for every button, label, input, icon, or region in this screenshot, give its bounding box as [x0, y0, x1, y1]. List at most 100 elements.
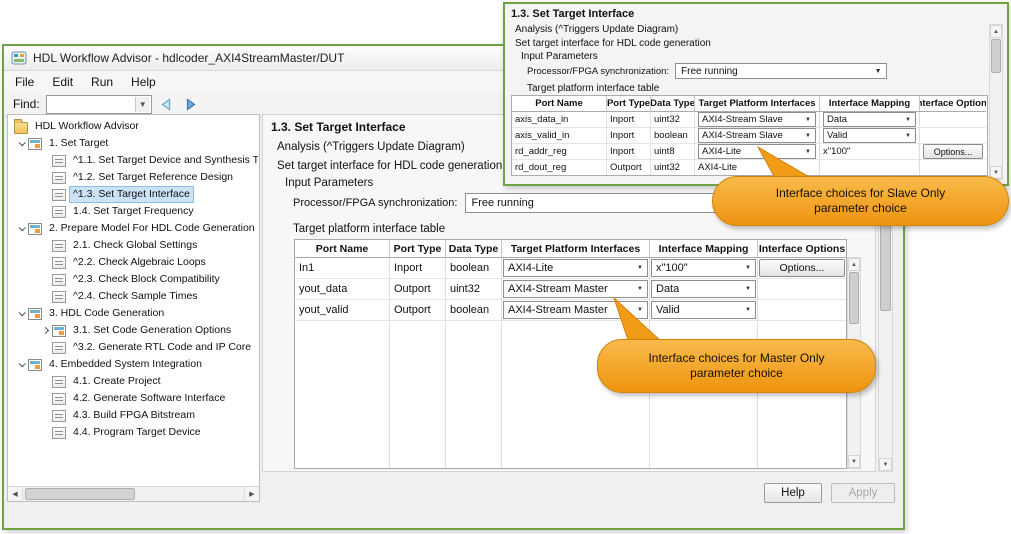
- port-name-cell: yout_data: [295, 279, 390, 300]
- port-type-cell: Inport: [607, 112, 651, 128]
- tree-item[interactable]: 4. Embedded System Integration: [9, 356, 258, 373]
- tree-collapse-icon[interactable]: [15, 309, 27, 317]
- tree-item[interactable]: ^3.2. Generate RTL Code and IP Core: [9, 339, 258, 356]
- tree-item[interactable]: 1.4. Set Target Frequency: [9, 203, 258, 220]
- tree-item[interactable]: 4.4. Program Target Device: [9, 424, 258, 441]
- tree-expand-icon[interactable]: [39, 326, 51, 335]
- slave-callout: Interface choices for Slave Only paramet…: [712, 176, 1009, 226]
- tree-item[interactable]: ^2.3. Check Block Compatibility: [9, 271, 258, 288]
- tree-item[interactable]: HDL Workflow Advisor: [9, 118, 258, 135]
- tree-collapse-icon[interactable]: [15, 139, 27, 147]
- dropdown-value: x"100": [656, 262, 688, 274]
- tree-item[interactable]: 4.1. Create Project: [9, 373, 258, 390]
- tree-item-label: ^3.2. Generate RTL Code and IP Core: [73, 341, 252, 353]
- dropdown-arrow-icon: ▼: [637, 286, 643, 292]
- tree-item-label: 1.4. Set Target Frequency: [73, 205, 194, 217]
- leaf-icon: [52, 426, 66, 439]
- dropdown-value: AXI4-Stream Master: [508, 283, 608, 295]
- sync-dropdown[interactable]: Free running ▼: [465, 193, 738, 213]
- port-type-cell: Inport: [607, 144, 651, 160]
- scroll-down-icon[interactable]: ▼: [879, 458, 892, 471]
- tree-item[interactable]: ^1.1. Set Target Device and Synthesis To…: [9, 152, 258, 169]
- tree-item-label: 3.1. Set Code Generation Options: [73, 324, 232, 336]
- interface-cell: AXI4-Lite ▼: [502, 258, 650, 279]
- tree-item-label: ^1.1. Set Target Device and Synthesis To…: [73, 154, 258, 166]
- scroll-up-icon[interactable]: ▲: [848, 258, 860, 271]
- interface-dropdown[interactable]: AXI4-Stream Slave ▼: [698, 128, 816, 143]
- filler-cell: [390, 321, 446, 468]
- tree-item[interactable]: 1. Set Target: [9, 135, 258, 152]
- mapping-dropdown[interactable]: x"100" ▼: [651, 259, 756, 277]
- port-type-cell: Outport: [390, 279, 446, 300]
- tree-item[interactable]: 3.1. Set Code Generation Options: [9, 322, 258, 339]
- sync-row: Processor/FPGA synchronization: Free run…: [527, 63, 888, 79]
- column-header: Target Platform Interfaces: [502, 240, 650, 258]
- scroll-up-icon[interactable]: ▲: [990, 25, 1002, 38]
- leaf-icon: [52, 239, 66, 252]
- tree-item-label: 4.4. Program Target Device: [73, 426, 201, 438]
- options-button[interactable]: Options...: [923, 144, 983, 159]
- tree-collapse-icon[interactable]: [15, 360, 27, 368]
- tree-item[interactable]: ^2.2. Check Algebraic Loops: [9, 254, 258, 271]
- find-next-button[interactable]: [182, 96, 200, 112]
- column-header: Port Name: [512, 96, 607, 112]
- tree-collapse-icon[interactable]: [15, 224, 27, 232]
- column-header: Interface Mapping: [820, 96, 920, 112]
- tree-horizontal-scrollbar[interactable]: ◀ ▶: [8, 486, 259, 501]
- scrollbar-thumb[interactable]: [991, 39, 1001, 73]
- find-dropdown-arrow-icon[interactable]: ▼: [134, 96, 150, 112]
- table-label: Target platform interface table: [293, 223, 446, 235]
- tree-item[interactable]: ^1.2. Set Target Reference Design: [9, 169, 258, 186]
- apply-button[interactable]: Apply: [831, 483, 895, 503]
- interface-dropdown[interactable]: AXI4-Lite ▼: [503, 259, 648, 277]
- find-previous-button[interactable]: [158, 96, 176, 112]
- data-type-cell: uint32: [651, 112, 695, 128]
- port-name-cell: yout_valid: [295, 300, 390, 321]
- mapping-dropdown[interactable]: Valid ▼: [823, 128, 916, 143]
- dropdown-value: AXI4-Lite: [508, 262, 554, 274]
- tree-item[interactable]: 3. HDL Code Generation: [9, 305, 258, 322]
- menu-file[interactable]: File: [6, 73, 43, 91]
- master-callout: Interface choices for Master Only parame…: [597, 339, 876, 393]
- dropdown-arrow-icon: ▼: [905, 132, 911, 139]
- scroll-down-icon[interactable]: ▼: [848, 455, 860, 468]
- help-button[interactable]: Help: [764, 483, 822, 503]
- menu-help[interactable]: Help: [122, 73, 165, 91]
- app-icon: [11, 50, 27, 66]
- scrollbar-track[interactable]: [23, 487, 244, 501]
- sync-dropdown[interactable]: Free running ▼: [675, 63, 888, 79]
- scrollbar-thumb[interactable]: [849, 272, 859, 324]
- callout-text-line2: parameter choice: [814, 201, 907, 215]
- mapping-cell: Valid ▼: [820, 128, 920, 144]
- tree-item[interactable]: 2. Prepare Model For HDL Code Generation: [9, 220, 258, 237]
- tree-item[interactable]: 4.2. Generate Software Interface: [9, 390, 258, 407]
- table-row: axis_data_in Inport uint32 AXI4-Stream Slav…: [512, 112, 987, 128]
- interface-dropdown[interactable]: AXI4-Stream Slave ▼: [698, 112, 816, 127]
- task-icon: [28, 358, 42, 371]
- data-type-cell: boolean: [651, 128, 695, 144]
- task-icon: [28, 307, 42, 320]
- options-button[interactable]: Options...: [759, 259, 845, 277]
- tree-item[interactable]: 4.3. Build FPGA Bitstream: [9, 407, 258, 424]
- window-title: HDL Workflow Advisor - hdlcoder_AXI4Stre…: [33, 51, 345, 65]
- scroll-right-icon[interactable]: ▶: [244, 487, 259, 501]
- scrollbar-thumb[interactable]: [25, 488, 135, 500]
- sync-dropdown-value: Free running: [471, 197, 534, 209]
- tree-item[interactable]: ^2.4. Check Sample Times: [9, 288, 258, 305]
- table-row: axis_valid_in Inport boolean AXI4-Stream Sl…: [512, 128, 987, 144]
- table-header-row: Port Name Port Type Data Type Target Platfo…: [512, 96, 987, 112]
- dropdown-value: Data: [656, 283, 680, 295]
- menu-edit[interactable]: Edit: [43, 73, 82, 91]
- find-combobox[interactable]: ▼: [45, 94, 152, 114]
- menu-run[interactable]: Run: [82, 73, 122, 91]
- leaf-icon: [52, 375, 66, 388]
- mapping-dropdown[interactable]: Data ▼: [823, 112, 916, 127]
- tree-item[interactable]: 2.1. Check Global Settings: [9, 237, 258, 254]
- callout-text-line2: parameter choice: [690, 366, 783, 380]
- scroll-left-icon[interactable]: ◀: [8, 487, 23, 501]
- sync-label: Processor/FPGA synchronization:: [293, 197, 458, 209]
- overlay-scrollbar[interactable]: ▲ ▼: [989, 24, 1003, 180]
- options-cell: [920, 128, 986, 144]
- tree-item[interactable]: ^1.3. Set Target Interface: [9, 186, 258, 203]
- input-parameters-label: Input Parameters: [521, 51, 598, 62]
